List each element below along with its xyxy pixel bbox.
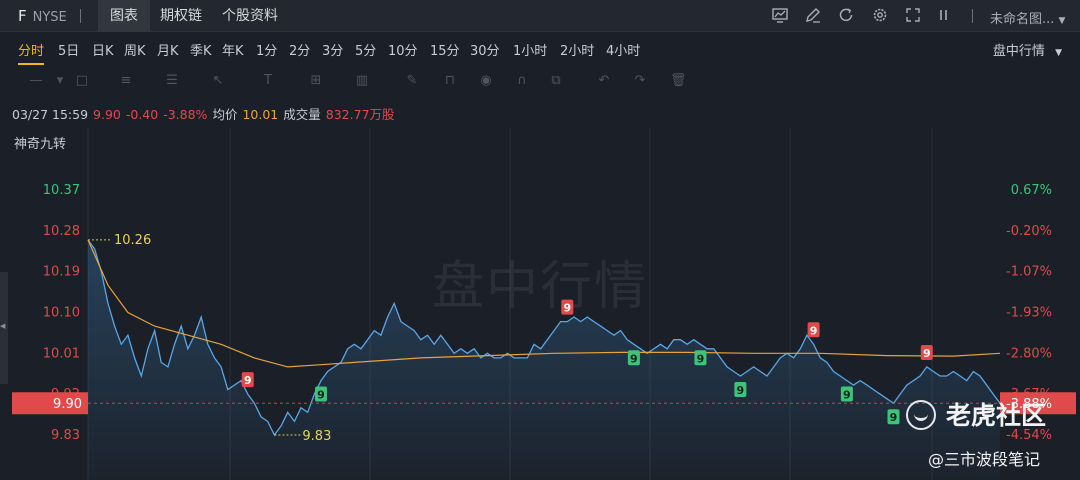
- chart-layout-icon[interactable]: [770, 6, 790, 26]
- period-tab-13[interactable]: 30分: [470, 40, 500, 59]
- period-tab-3[interactable]: 周K: [124, 40, 146, 59]
- period-tab-7[interactable]: 1分: [256, 40, 277, 59]
- quote-info-line: 03/27 15:59 9.90 -0.40 -3.88% 均价 10.01 成交量 832.…: [12, 104, 400, 123]
- divider: [972, 9, 973, 23]
- quote-change: -0.40: [125, 107, 159, 122]
- layout-name-dropdown[interactable]: 未命名图... ▼: [990, 8, 1065, 27]
- author-handle: @三市波段笔记: [928, 450, 1041, 469]
- period-tab-0[interactable]: 分时: [18, 40, 45, 65]
- td-marker-label-4: 9: [697, 352, 705, 365]
- market-mode-label: 盘中行情: [992, 44, 1045, 59]
- high-price-label: 10.26: [114, 233, 151, 248]
- quote-datetime: 03/27 15:59: [12, 107, 89, 122]
- channel-tool-icon[interactable]: ≡: [118, 74, 134, 88]
- pen-tool-icon[interactable]: ✎: [404, 74, 420, 88]
- drawing-toolbar: — ▾ □ ≡ ☰ ↖ T ⊞ ▥ ✎ ⊓ ◉ ∩ ⧉ ↶ ↷ 🗑: [0, 64, 1080, 98]
- top-bar: F NYSE 图表 期权链 个股资料 未命名图... ▼: [0, 0, 1080, 32]
- y-axis-left-tick-4: 10.01: [43, 346, 80, 361]
- td-marker-label-1: 9: [317, 389, 325, 402]
- td-marker-label-6: 9: [810, 324, 818, 337]
- td-marker-label-9: 9: [923, 347, 931, 360]
- period-tab-16[interactable]: 4小时: [606, 40, 640, 59]
- rectangle-tool-icon[interactable]: □: [74, 74, 90, 88]
- watermark-text: 盘中行情: [432, 257, 649, 317]
- y-axis-left-tick-3: 10.10: [43, 306, 80, 321]
- period-tab-9[interactable]: 3分: [322, 40, 343, 59]
- line-tool-icon[interactable]: —: [28, 74, 44, 88]
- period-tab-8[interactable]: 2分: [289, 40, 310, 59]
- y-axis-right-tick-0: 0.67%: [1011, 183, 1052, 198]
- tab-chart[interactable]: 图表: [98, 0, 150, 32]
- tab-company-profile[interactable]: 个股资料: [210, 0, 290, 32]
- chevron-down-icon[interactable]: ▾: [52, 74, 68, 88]
- divider: [80, 9, 81, 23]
- td-marker-label-7: 9: [843, 389, 851, 402]
- y-axis-right-tick-3: -1.93%: [1006, 306, 1052, 321]
- refresh-icon[interactable]: [836, 6, 856, 26]
- sidebar-collapse-handle[interactable]: ◀: [0, 272, 8, 384]
- period-tab-2[interactable]: 日K: [92, 40, 114, 59]
- period-tab-5[interactable]: 季K: [190, 40, 212, 59]
- magnet-icon[interactable]: ∩: [514, 74, 530, 88]
- td-marker-label-3: 9: [630, 352, 638, 365]
- volume-value: 832.77万股: [325, 107, 395, 122]
- quote-price: 9.90: [93, 107, 121, 122]
- period-tab-14[interactable]: 1小时: [513, 40, 547, 59]
- tab-option-chain[interactable]: 期权链: [148, 0, 214, 32]
- chevron-left-icon: ◀: [0, 322, 6, 330]
- exchange-label: NYSE: [32, 10, 67, 25]
- tiger-logo-icon: [906, 400, 936, 430]
- td-marker-label-5: 9: [737, 384, 745, 397]
- edit-icon[interactable]: [803, 6, 823, 26]
- y-axis-right-tick-2: -1.07%: [1006, 265, 1052, 280]
- period-tab-1[interactable]: 5日: [58, 40, 79, 59]
- eye-icon[interactable]: ◉: [478, 74, 494, 88]
- copy-icon[interactable]: ⧉: [548, 74, 564, 88]
- chevron-down-icon: ▼: [1058, 16, 1066, 26]
- lock-icon[interactable]: ⊓: [442, 74, 458, 88]
- period-tab-12[interactable]: 15分: [430, 40, 460, 59]
- y-axis-left-tick-6: 9.83: [51, 428, 80, 443]
- current-price-tag-left-text: 9.90: [53, 397, 82, 412]
- y-axis-right-tick-1: -0.20%: [1006, 224, 1052, 239]
- quote-change-pct: -3.88%: [163, 107, 208, 122]
- td-marker-label-8: 9: [890, 411, 898, 424]
- ticker-symbol[interactable]: F NYSE: [18, 7, 67, 25]
- td-marker-label-0: 9: [244, 374, 252, 387]
- pattern-tool-icon[interactable]: ⊞: [308, 74, 324, 88]
- y-axis-left-tick-0: 10.37: [43, 183, 80, 198]
- period-selector: 分时 5日 日K 周K 月K 季K 年K 1分 2分 3分 5分 10分 15分 30分 1小时 2小时 4小时: [0, 32, 1080, 65]
- avg-price-label: 均价: [212, 107, 238, 122]
- arrow-tool-icon[interactable]: ↖: [210, 74, 226, 88]
- text-tool-icon[interactable]: T: [260, 74, 276, 88]
- more-icon[interactable]: [936, 6, 956, 26]
- trash-icon[interactable]: 🗑: [670, 74, 687, 88]
- brand-name: 老虎社区: [946, 401, 1047, 430]
- low-price-label: 9.83: [302, 429, 331, 444]
- y-axis-right-tick-4: -2.80%: [1006, 346, 1052, 361]
- redo-icon[interactable]: ↷: [632, 74, 648, 88]
- period-tab-15[interactable]: 2小时: [560, 40, 594, 59]
- chevron-down-icon: ▼: [1055, 48, 1062, 58]
- y-axis-left-tick-2: 10.19: [43, 265, 80, 280]
- y-axis-left-tick-1: 10.28: [43, 224, 80, 239]
- avg-price-value: 10.01: [242, 107, 279, 122]
- undo-icon[interactable]: ↶: [596, 74, 612, 88]
- fibonacci-tool-icon[interactable]: ☰: [164, 74, 180, 88]
- period-tab-6[interactable]: 年K: [222, 40, 244, 59]
- ticker-code: F: [18, 7, 27, 25]
- fullscreen-icon[interactable]: [903, 6, 923, 26]
- market-mode-dropdown[interactable]: 盘中行情 ▼: [993, 40, 1062, 59]
- layout-name-label: 未命名图...: [990, 12, 1055, 27]
- settings-icon[interactable]: [870, 6, 890, 26]
- period-tab-11[interactable]: 10分: [388, 40, 418, 59]
- volume-label: 成交量: [283, 107, 321, 122]
- period-tab-4[interactable]: 月K: [157, 40, 179, 59]
- period-tab-10[interactable]: 5分: [355, 40, 376, 59]
- measure-tool-icon[interactable]: ▥: [354, 74, 370, 88]
